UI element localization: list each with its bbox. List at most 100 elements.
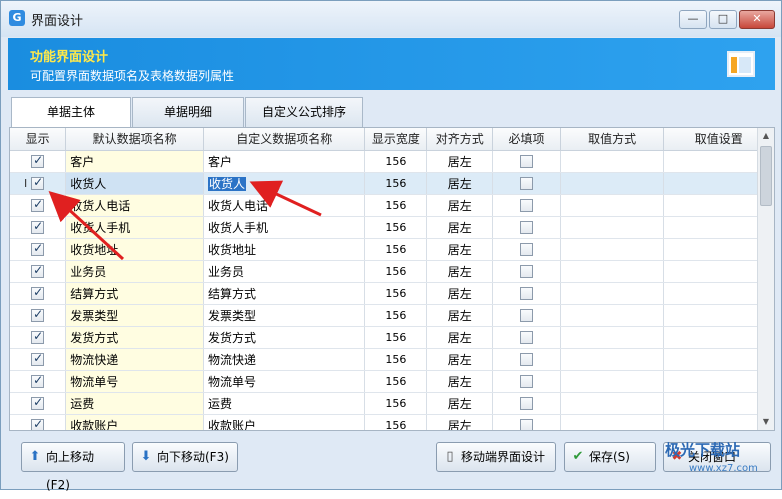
required-checkbox[interactable] [519, 221, 533, 234]
align-cell[interactable]: 居左 [426, 150, 494, 173]
maximize-button[interactable]: □ [709, 10, 737, 29]
minimize-button[interactable]: — [679, 10, 707, 29]
value-mode-cell[interactable] [560, 304, 665, 327]
table-row[interactable]: 收货人电话收货人电话156居左 [10, 194, 774, 217]
show-checkbox[interactable] [31, 285, 45, 300]
align-cell[interactable]: 居左 [426, 260, 494, 283]
width-cell[interactable]: 156 [364, 326, 428, 349]
width-cell[interactable]: 156 [364, 216, 428, 239]
table-row[interactable]: 发货方式发货方式156居左 [10, 326, 774, 349]
width-cell[interactable]: 156 [364, 370, 428, 393]
mobile-design-button[interactable]: ▯ 移动端界面设计 [436, 442, 556, 472]
close-window-button[interactable]: ✕ [739, 10, 775, 29]
col-header-align[interactable]: 对齐方式 [426, 128, 494, 151]
width-cell[interactable]: 156 [364, 282, 428, 305]
width-cell[interactable]: 156 [364, 238, 428, 261]
required-checkbox[interactable] [519, 177, 533, 190]
move-down-button[interactable]: ⬇ 向下移动(F3) [132, 442, 238, 472]
width-cell[interactable]: 156 [364, 392, 428, 415]
custom-name-cell[interactable]: 结算方式 [203, 282, 366, 305]
required-checkbox[interactable] [519, 375, 533, 388]
show-checkbox[interactable] [31, 329, 45, 344]
show-checkbox[interactable] [31, 197, 45, 212]
align-cell[interactable]: 居左 [426, 326, 494, 349]
custom-name-cell[interactable]: 收款账户 [203, 414, 366, 430]
width-cell[interactable]: 156 [364, 172, 428, 195]
width-cell[interactable]: 156 [364, 194, 428, 217]
show-checkbox[interactable] [31, 417, 45, 430]
custom-name-cell[interactable]: 收货人电话 [203, 194, 366, 217]
value-mode-cell[interactable] [560, 414, 665, 430]
required-checkbox[interactable] [519, 397, 533, 410]
value-mode-cell[interactable] [560, 150, 665, 173]
custom-name-cell[interactable]: 收货人手机 [203, 216, 366, 239]
table-row[interactable]: 运费运费156居左 [10, 392, 774, 415]
align-cell[interactable]: 居左 [426, 172, 494, 195]
col-header-required[interactable]: 必填项 [492, 128, 561, 151]
vertical-scrollbar[interactable]: ▲ ▼ [757, 128, 774, 430]
align-cell[interactable]: 居左 [426, 194, 494, 217]
value-mode-cell[interactable] [560, 282, 665, 305]
table-row[interactable]: 业务员业务员156居左 [10, 260, 774, 283]
custom-name-cell[interactable]: 发票类型 [203, 304, 366, 327]
show-checkbox[interactable] [31, 175, 45, 190]
value-mode-cell[interactable] [560, 326, 665, 349]
required-checkbox[interactable] [519, 199, 533, 212]
col-header-default-name[interactable]: 默认数据项名称 [65, 128, 204, 151]
required-checkbox[interactable] [519, 331, 533, 344]
show-checkbox[interactable] [31, 395, 45, 410]
width-cell[interactable]: 156 [364, 414, 428, 430]
custom-name-cell[interactable]: 客户 [203, 150, 366, 173]
width-cell[interactable]: 156 [364, 348, 428, 371]
align-cell[interactable]: 居左 [426, 392, 494, 415]
required-checkbox[interactable] [519, 353, 533, 366]
value-mode-cell[interactable] [560, 392, 665, 415]
value-mode-cell[interactable] [560, 260, 665, 283]
required-checkbox[interactable] [519, 419, 533, 430]
scroll-down-icon[interactable]: ▼ [758, 414, 774, 430]
width-cell[interactable]: 156 [364, 260, 428, 283]
scroll-thumb[interactable] [760, 146, 772, 206]
col-header-custom-name[interactable]: 自定义数据项名称 [203, 128, 366, 151]
table-row[interactable]: 发票类型发票类型156居左 [10, 304, 774, 327]
custom-name-cell[interactable]: 运费 [203, 392, 366, 415]
align-cell[interactable]: 居左 [426, 282, 494, 305]
custom-name-editor[interactable]: 收货人 [207, 176, 246, 191]
align-cell[interactable]: 居左 [426, 304, 494, 327]
show-checkbox[interactable] [31, 373, 45, 388]
show-checkbox[interactable] [31, 307, 45, 322]
width-cell[interactable]: 156 [364, 304, 428, 327]
custom-name-cell[interactable]: 收货地址 [203, 238, 366, 261]
table-row[interactable]: 收货人手机收货人手机156居左 [10, 216, 774, 239]
show-checkbox[interactable] [31, 241, 45, 256]
required-checkbox[interactable] [519, 155, 533, 168]
table-row[interactable]: 收货人收货人 156居左 [10, 172, 774, 195]
table-row[interactable]: 结算方式结算方式156居左 [10, 282, 774, 305]
required-checkbox[interactable] [519, 243, 533, 256]
table-row[interactable]: 收款账户收款账户156居左 [10, 414, 774, 430]
save-button[interactable]: ✔ 保存(S) [564, 442, 656, 472]
required-checkbox[interactable] [519, 287, 533, 300]
tab-main[interactable]: 单据主体 [11, 97, 131, 128]
table-row[interactable]: 物流单号物流单号156居左 [10, 370, 774, 393]
custom-name-cell[interactable]: 业务员 [203, 260, 366, 283]
col-header-value-mode[interactable]: 取值方式 [560, 128, 665, 151]
table-row[interactable]: 客户客户156居左 [10, 150, 774, 173]
value-mode-cell[interactable] [560, 172, 665, 195]
custom-name-cell[interactable]: 物流单号 [203, 370, 366, 393]
value-mode-cell[interactable] [560, 348, 665, 371]
value-mode-cell[interactable] [560, 194, 665, 217]
tab-formula-sort[interactable]: 自定义公式排序 [245, 97, 363, 127]
col-header-width[interactable]: 显示宽度 [364, 128, 428, 151]
value-mode-cell[interactable] [560, 370, 665, 393]
scroll-up-icon[interactable]: ▲ [758, 128, 774, 144]
align-cell[interactable]: 居左 [426, 216, 494, 239]
tab-details[interactable]: 单据明细 [132, 97, 244, 127]
required-checkbox[interactable] [519, 309, 533, 322]
show-checkbox[interactable] [31, 263, 45, 278]
value-mode-cell[interactable] [560, 238, 665, 261]
align-cell[interactable]: 居左 [426, 414, 494, 430]
value-mode-cell[interactable] [560, 216, 665, 239]
move-up-button[interactable]: ⬆ 向上移动(F2) [21, 442, 125, 492]
show-checkbox[interactable] [31, 351, 45, 366]
